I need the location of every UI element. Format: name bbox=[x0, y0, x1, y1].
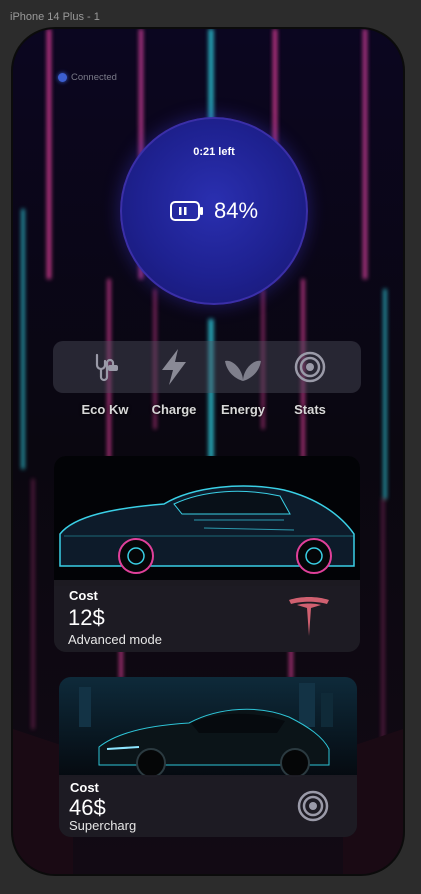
card-info: Cost 46$ Supercharg bbox=[59, 775, 357, 837]
status-text: Connected bbox=[71, 72, 117, 83]
cost-label: Cost bbox=[69, 588, 98, 603]
tesla-logo-icon bbox=[289, 597, 329, 636]
menu-label: Stats bbox=[294, 402, 326, 417]
connection-status: Connected bbox=[58, 72, 117, 83]
car-card[interactable]: Cost 46$ Supercharg bbox=[59, 677, 357, 837]
car-image bbox=[59, 677, 357, 777]
menu-label: Eco Kw bbox=[81, 402, 129, 417]
target-icon bbox=[294, 351, 326, 383]
frame-title: iPhone 14 Plus - 1 bbox=[10, 11, 100, 23]
menu-item-charge[interactable]: Charge bbox=[138, 341, 210, 417]
mode-label: Advanced mode bbox=[68, 632, 162, 647]
menu-label: Energy bbox=[220, 402, 266, 417]
cost-label: Cost bbox=[70, 780, 99, 795]
car-image bbox=[54, 456, 360, 586]
battery-gauge: 0:21 left 84% bbox=[120, 117, 308, 305]
cost-value: 12$ bbox=[68, 605, 105, 630]
phone-screen: Connected 0:21 left 84% Eco Kw Charge En… bbox=[11, 27, 405, 876]
menu-item-energy[interactable]: Energy bbox=[207, 341, 279, 417]
menu-item-eco-kw[interactable]: Eco Kw bbox=[69, 341, 141, 417]
status-dot-icon bbox=[58, 73, 67, 82]
time-left: 0:21 left bbox=[193, 146, 235, 158]
plug-icon bbox=[95, 353, 118, 382]
leaf-icon bbox=[225, 360, 261, 381]
menu-item-stats[interactable]: Stats bbox=[274, 341, 346, 417]
target-icon bbox=[297, 790, 329, 822]
card-info: Cost 12$ Advanced mode bbox=[54, 580, 360, 652]
battery-icon bbox=[169, 201, 203, 221]
battery-percent: 84% bbox=[213, 198, 259, 223]
menu-label: Charge bbox=[151, 402, 197, 417]
mode-label: Supercharg bbox=[69, 818, 137, 833]
car-card[interactable]: Cost 12$ Advanced mode bbox=[54, 456, 360, 652]
lightning-icon bbox=[162, 349, 186, 385]
